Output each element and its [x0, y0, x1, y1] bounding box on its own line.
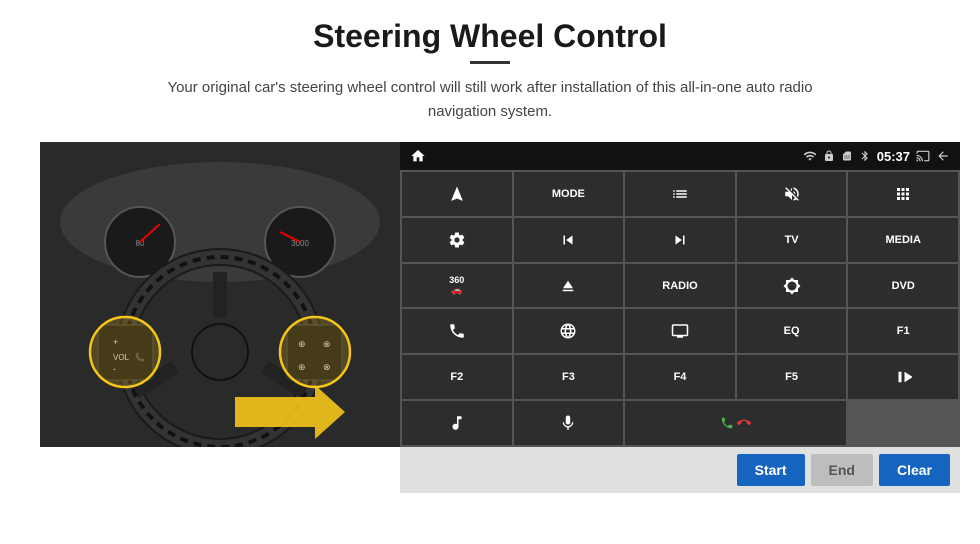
globe-button[interactable]: [514, 309, 624, 353]
dvd-button[interactable]: DVD: [848, 264, 958, 308]
home-icon: [410, 148, 426, 164]
music-button[interactable]: [402, 401, 512, 445]
cam360-button[interactable]: 360🚗: [402, 264, 512, 308]
page-container: Steering Wheel Control Your original car…: [0, 0, 980, 544]
playpause-button[interactable]: [848, 355, 958, 399]
clear-button[interactable]: Clear: [879, 454, 950, 486]
screen-button[interactable]: [625, 309, 735, 353]
end-button[interactable]: End: [811, 454, 873, 486]
eject-button[interactable]: [514, 264, 624, 308]
list-button[interactable]: [625, 172, 735, 216]
prev-button[interactable]: [514, 218, 624, 262]
status-bar: 05:37: [400, 142, 960, 170]
f4-button[interactable]: F4: [625, 355, 735, 399]
action-bar: Start End Clear: [400, 447, 960, 493]
mic-button[interactable]: [514, 401, 624, 445]
mode-button[interactable]: MODE: [514, 172, 624, 216]
svg-text:80: 80: [136, 239, 145, 248]
next-button[interactable]: [625, 218, 735, 262]
page-title: Steering Wheel Control: [313, 18, 667, 55]
status-right: 05:37: [803, 149, 950, 164]
wifi-icon: [803, 149, 817, 163]
back-icon: [936, 149, 950, 163]
apps-button[interactable]: [848, 172, 958, 216]
mute-button[interactable]: [737, 172, 847, 216]
call-button[interactable]: [625, 401, 846, 445]
f5-button[interactable]: F5: [737, 355, 847, 399]
f1-button[interactable]: F1: [848, 309, 958, 353]
brightness-button[interactable]: [737, 264, 847, 308]
cast-icon: [916, 149, 930, 163]
status-left: [410, 148, 426, 164]
f3-button[interactable]: F3: [514, 355, 624, 399]
bluetooth-icon: [859, 150, 871, 162]
head-unit-panel: 05:37 MODE: [400, 142, 960, 493]
nav-button[interactable]: [402, 172, 512, 216]
tv-button[interactable]: TV: [737, 218, 847, 262]
steering-wheel-image: 80 3000: [40, 142, 400, 447]
steering-bg: 80 3000: [40, 142, 400, 447]
eq-button[interactable]: EQ: [737, 309, 847, 353]
page-subtitle: Your original car's steering wheel contr…: [140, 76, 840, 124]
button-grid: MODE: [400, 170, 960, 447]
lock-icon: [823, 150, 835, 162]
phone-button[interactable]: [402, 309, 512, 353]
svg-text:3000: 3000: [291, 239, 309, 248]
sim-icon: [841, 150, 853, 162]
settings-button[interactable]: [402, 218, 512, 262]
media-button[interactable]: MEDIA: [848, 218, 958, 262]
title-divider: [470, 61, 510, 64]
start-button[interactable]: Start: [737, 454, 805, 486]
head-unit: 05:37 MODE: [400, 142, 960, 447]
f2-button[interactable]: F2: [402, 355, 512, 399]
radio-button[interactable]: RADIO: [625, 264, 735, 308]
status-time: 05:37: [877, 149, 910, 164]
content-row: 80 3000: [40, 142, 940, 493]
